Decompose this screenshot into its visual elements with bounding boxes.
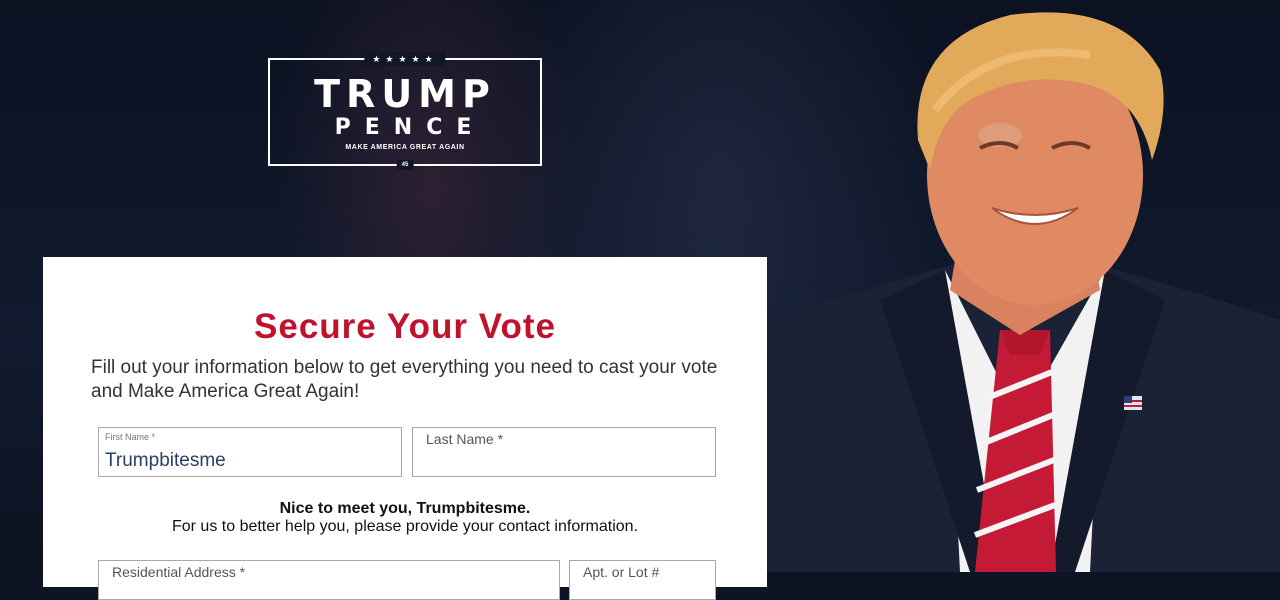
logo-stars: ★★★★★ — [364, 52, 446, 66]
campaign-logo: ★★★★★ TRUMP PENCE MAKE AMERICA GREAT AGA… — [268, 52, 542, 170]
last-name-label: Last Name * — [426, 431, 504, 447]
logo-top-text: TRUMP — [314, 72, 496, 116]
apt-field[interactable]: Apt. or Lot # — [569, 560, 716, 600]
help-text: For us to better help you, please provid… — [171, 518, 639, 535]
first-name-input[interactable] — [105, 448, 395, 474]
logo-slogan: MAKE AMERICA GREAT AGAIN — [345, 144, 465, 151]
candidate-photo — [760, 0, 1280, 572]
first-name-label: First Name * — [105, 432, 156, 442]
form-title: Secure Your Vote — [254, 307, 556, 346]
address-field[interactable]: Residential Address * — [98, 560, 560, 600]
vote-form-card: Secure Your Vote Fill out your informati… — [43, 257, 767, 600]
greeting-text: Nice to meet you, Trumpbitesme. — [279, 500, 531, 517]
last-name-field[interactable]: Last Name * — [412, 427, 716, 477]
logo-number: 45 — [396, 160, 414, 170]
apt-label: Apt. or Lot # — [583, 564, 660, 580]
first-name-field[interactable]: First Name * — [98, 427, 402, 477]
form-subtitle: Fill out your information below to get e… — [91, 357, 718, 402]
logo-middle-text: PENCE — [334, 115, 486, 140]
address-label: Residential Address * — [112, 564, 246, 580]
last-name-input[interactable] — [419, 448, 709, 474]
